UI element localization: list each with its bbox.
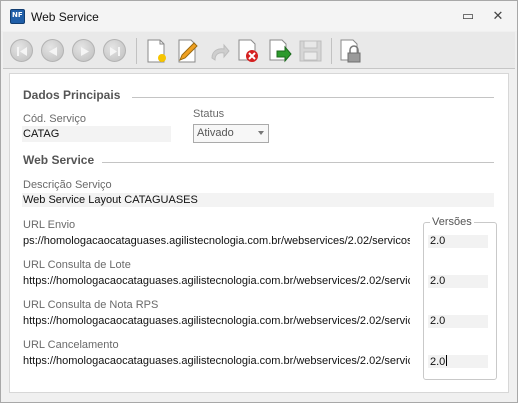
url-envio-label: URL Envio	[23, 219, 76, 231]
cod-servico-value[interactable]: CATAG	[23, 128, 59, 140]
cod-servico-label: Cód. Serviço	[23, 113, 86, 125]
export-icon	[269, 39, 292, 63]
next-icon	[72, 39, 95, 62]
version-envio-value[interactable]: 2.0	[430, 235, 445, 247]
first-icon	[10, 39, 33, 62]
app-icon: NF	[10, 9, 25, 24]
lock-record-button[interactable]	[336, 36, 365, 65]
status-label: Status	[193, 108, 225, 120]
previous-record-button[interactable]	[39, 36, 68, 65]
undo-button[interactable]	[203, 36, 232, 65]
version-cancelamento-value: 2.0	[430, 356, 446, 368]
save-icon	[299, 40, 322, 62]
last-icon	[103, 39, 126, 62]
minimize-button[interactable]: ▭	[461, 9, 475, 23]
toolbar	[3, 32, 515, 69]
last-record-button[interactable]	[101, 36, 130, 65]
toolbar-separator	[136, 38, 137, 64]
new-record-button[interactable]	[141, 36, 170, 65]
window-title: Web Service	[31, 10, 99, 24]
pencil-icon	[178, 39, 198, 63]
save-record-button[interactable]	[296, 36, 325, 65]
section-divider	[102, 162, 494, 163]
url-consulta-lote-value[interactable]: https://homologacaocataguases.agilistecn…	[23, 275, 410, 287]
delete-record-button[interactable]	[234, 36, 263, 65]
web-service-title: Web Service	[23, 153, 95, 167]
new-document-icon	[147, 39, 166, 63]
app-icon-text: NF	[12, 11, 23, 19]
descricao-servico-label: Descrição Serviço	[23, 179, 112, 191]
status-select[interactable]: Ativado	[193, 124, 269, 143]
web-service-window: NF Web Service ▭ ✕ Dados Principais Cód.…	[0, 0, 518, 403]
url-consulta-nota-rps-value[interactable]: https://homologacaocataguases.agilistecn…	[23, 315, 410, 327]
next-record-button[interactable]	[70, 36, 99, 65]
url-envio-value[interactable]: ps://homologacaocataguases.agilistecnolo…	[23, 235, 410, 247]
close-button[interactable]: ✕	[491, 9, 505, 23]
lock-icon	[340, 39, 361, 63]
version-cancelamento-field-text[interactable]: 2.0	[430, 355, 448, 368]
section-divider	[132, 97, 494, 98]
edit-record-button[interactable]	[172, 36, 201, 65]
url-consulta-nota-rps-label: URL Consulta de Nota RPS	[23, 299, 159, 311]
version-consulta-lote-value[interactable]: 2.0	[430, 275, 445, 287]
versoes-title: Versões	[430, 216, 474, 228]
first-record-button[interactable]	[8, 36, 37, 65]
text-caret	[446, 355, 448, 366]
form-panel: Dados Principais Cód. Serviço CATAG Stat…	[9, 73, 509, 393]
delete-icon	[238, 39, 258, 62]
undo-icon	[211, 43, 230, 61]
toolbar-separator	[331, 38, 332, 64]
chevron-down-icon	[258, 131, 264, 135]
dados-principais-title: Dados Principais	[23, 88, 121, 102]
url-cancelamento-label: URL Cancelamento	[23, 339, 119, 351]
url-consulta-lote-label: URL Consulta de Lote	[23, 259, 131, 271]
previous-icon	[41, 39, 64, 62]
export-record-button[interactable]	[265, 36, 294, 65]
url-cancelamento-value[interactable]: https://homologacaocataguases.agilistecn…	[23, 355, 410, 367]
status-value: Ativado	[197, 127, 234, 139]
version-consulta-nota-rps-value[interactable]: 2.0	[430, 315, 445, 327]
title-bar: NF Web Service ▭ ✕	[1, 1, 517, 31]
descricao-servico-value[interactable]: Web Service Layout CATAGUASES	[23, 194, 198, 206]
